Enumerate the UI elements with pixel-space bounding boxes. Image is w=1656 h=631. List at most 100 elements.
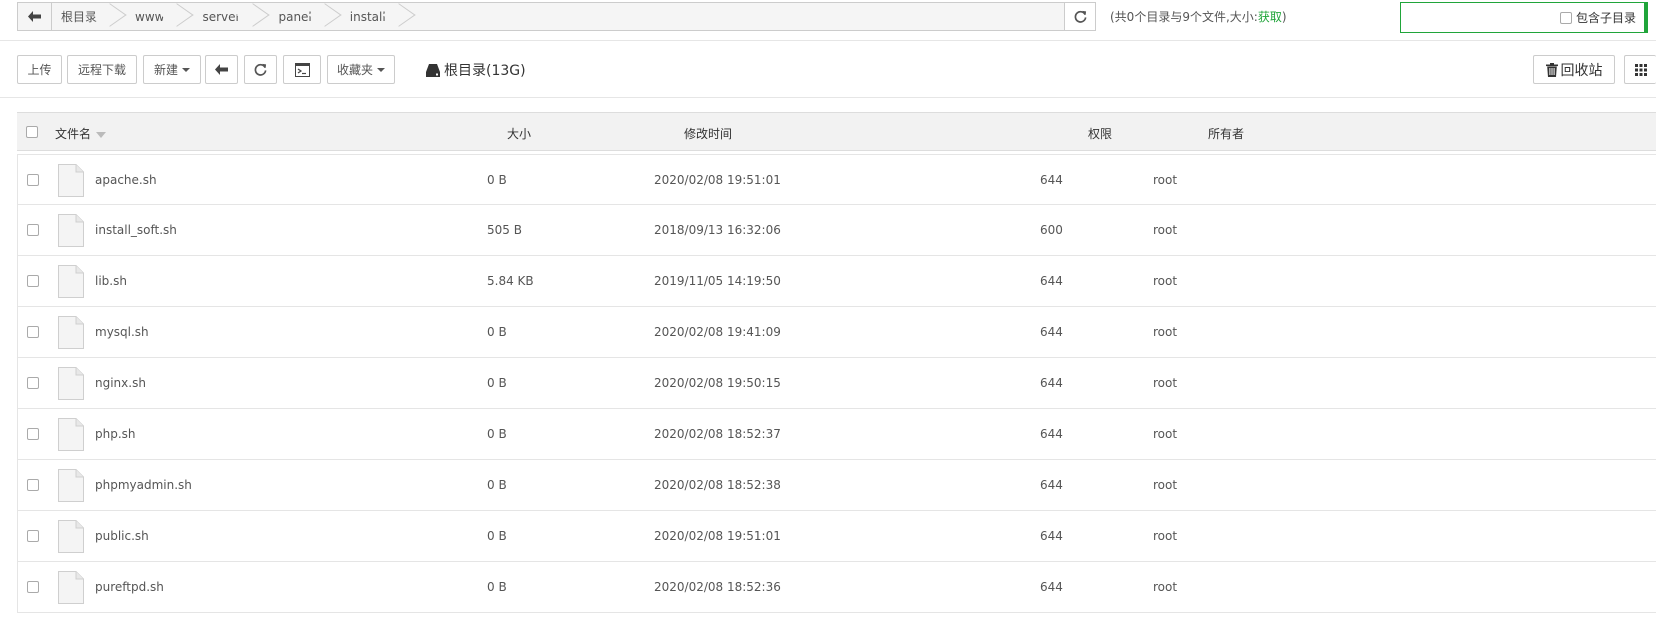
file-perm[interactable]: 644	[1040, 325, 1063, 339]
file-mtime: 2018/09/13 16:32:06	[654, 223, 781, 237]
row-checkbox[interactable]	[27, 174, 39, 186]
header-perm: 权限	[1088, 127, 1113, 141]
file-name[interactable]: mysql.sh	[95, 325, 149, 339]
file-name[interactable]: php.sh	[95, 427, 136, 441]
disk-label: 根目录(13G)	[444, 63, 526, 79]
file-perm[interactable]: 644	[1040, 173, 1063, 187]
table-row[interactable]: phpmyadmin.sh 0 B 2020/02/08 18:52:38 644 ro…	[17, 460, 1656, 511]
arrow-left-icon	[215, 64, 228, 75]
file-name[interactable]: phpmyadmin.sh	[95, 478, 192, 492]
path-box: 根目录 www server panel install	[17, 2, 1096, 31]
file-name[interactable]: public.sh	[95, 529, 149, 543]
file-icon	[58, 164, 84, 197]
file-owner[interactable]: root	[1153, 325, 1177, 339]
breadcrumb: 根目录 www server panel install	[52, 3, 400, 30]
favorites-button-label: 收藏夹	[336, 63, 373, 77]
file-owner[interactable]: root	[1153, 173, 1177, 187]
header-name-label: 文件名	[55, 127, 92, 141]
path-refresh-button[interactable]	[1064, 3, 1095, 30]
file-perm[interactable]: 644	[1040, 274, 1063, 288]
grid-icon	[1634, 63, 1647, 76]
search-input[interactable]	[1405, 7, 1565, 28]
file-mtime: 2020/02/08 18:52:38	[654, 478, 781, 492]
header-owner: 所有者	[1208, 127, 1245, 141]
file-size: 0 B	[487, 529, 507, 543]
upload-button[interactable]: 上传	[17, 55, 62, 84]
back-button[interactable]	[205, 55, 238, 84]
view-toggle-button[interactable]	[1624, 55, 1656, 84]
file-name[interactable]: nginx.sh	[95, 376, 146, 390]
file-icon	[58, 571, 84, 604]
get-size-link[interactable]: 获取	[1258, 10, 1282, 24]
select-all-checkbox[interactable]	[26, 126, 38, 138]
file-owner[interactable]: root	[1153, 427, 1177, 441]
upload-button-label: 上传	[27, 63, 52, 77]
row-checkbox[interactable]	[27, 428, 39, 440]
breadcrumb-item[interactable]: 根目录	[52, 3, 111, 30]
file-name[interactable]: install_soft.sh	[95, 223, 177, 237]
remote-download-button[interactable]: 远程下载	[67, 55, 137, 84]
file-size: 5.84 KB	[487, 274, 534, 288]
header-mtime[interactable]: 修改时间	[684, 125, 732, 142]
table-row[interactable]: public.sh 0 B 2020/02/08 19:51:01 644 root	[17, 511, 1656, 562]
file-icon	[58, 316, 84, 349]
recycle-bin-button[interactable]: 回收站	[1533, 55, 1615, 84]
file-owner[interactable]: root	[1153, 529, 1177, 543]
file-name[interactable]: apache.sh	[95, 173, 157, 187]
table-row[interactable]: apache.sh 0 B 2020/02/08 19:51:01 644 root	[17, 154, 1656, 205]
file-mtime: 2019/11/05 14:19:50	[654, 274, 781, 288]
search-box: 包含子目录	[1400, 2, 1648, 33]
new-button[interactable]: 新建	[143, 55, 201, 84]
file-perm[interactable]: 600	[1040, 223, 1063, 237]
refresh-button[interactable]	[244, 55, 277, 84]
table-row[interactable]: nginx.sh 0 B 2020/02/08 19:50:15 644 root	[17, 358, 1656, 409]
file-owner[interactable]: root	[1153, 580, 1177, 594]
header-name[interactable]: 文件名	[55, 125, 107, 142]
file-owner[interactable]: root	[1153, 223, 1177, 237]
file-owner[interactable]: root	[1153, 376, 1177, 390]
file-name[interactable]: lib.sh	[95, 274, 127, 288]
path-back-button[interactable]	[18, 3, 52, 30]
include-subdir-toggle[interactable]: 包含子目录	[1559, 9, 1636, 26]
table-body: apache.sh 0 B 2020/02/08 19:51:01 644 root in…	[17, 154, 1656, 613]
disk-selector[interactable]: 根目录(13G)	[426, 60, 526, 80]
row-checkbox[interactable]	[27, 530, 39, 542]
file-mtime: 2020/02/08 19:51:01	[654, 529, 781, 543]
hdd-icon	[426, 63, 440, 77]
file-size: 0 B	[487, 427, 507, 441]
table-row[interactable]: pureftpd.sh 0 B 2020/02/08 18:52:36 644 root	[17, 562, 1656, 613]
header-size[interactable]: 大小	[507, 125, 531, 142]
remote-download-label: 远程下载	[77, 63, 126, 77]
file-count-label: (共0个目录与9个文件,大小:	[1110, 10, 1258, 24]
sort-down-icon	[96, 131, 107, 138]
row-checkbox[interactable]	[27, 479, 39, 491]
file-size: 0 B	[487, 376, 507, 390]
file-icon	[58, 265, 84, 298]
table-row[interactable]: mysql.sh 0 B 2020/02/08 19:41:09 644 root	[17, 307, 1656, 358]
row-checkbox[interactable]	[27, 275, 39, 287]
row-checkbox[interactable]	[27, 581, 39, 593]
terminal-button[interactable]	[283, 55, 321, 84]
row-checkbox[interactable]	[27, 377, 39, 389]
file-icon	[58, 520, 84, 553]
file-name[interactable]: pureftpd.sh	[95, 580, 164, 594]
arrow-left-icon	[28, 11, 41, 22]
file-mtime: 2020/02/08 19:41:09	[654, 325, 781, 339]
file-perm[interactable]: 644	[1040, 478, 1063, 492]
favorites-button[interactable]: 收藏夹	[327, 55, 395, 84]
row-checkbox[interactable]	[27, 224, 39, 236]
file-perm[interactable]: 644	[1040, 580, 1063, 594]
table-row[interactable]: lib.sh 5.84 KB 2019/11/05 14:19:50 644 root	[17, 256, 1656, 307]
table-row[interactable]: php.sh 0 B 2020/02/08 18:52:37 644 root	[17, 409, 1656, 460]
file-perm[interactable]: 644	[1040, 376, 1063, 390]
file-owner[interactable]: root	[1153, 478, 1177, 492]
path-bar: 根目录 www server panel install (共0个目录与9个文件…	[0, 0, 1656, 41]
file-perm[interactable]: 644	[1040, 529, 1063, 543]
file-perm[interactable]: 644	[1040, 427, 1063, 441]
row-checkbox[interactable]	[27, 326, 39, 338]
file-owner[interactable]: root	[1153, 274, 1177, 288]
table-row[interactable]: install_soft.sh 505 B 2018/09/13 16:32:06 6…	[17, 205, 1656, 256]
file-mtime: 2020/02/08 18:52:37	[654, 427, 781, 441]
file-icon	[58, 214, 84, 247]
file-count-close: )	[1281, 10, 1287, 24]
